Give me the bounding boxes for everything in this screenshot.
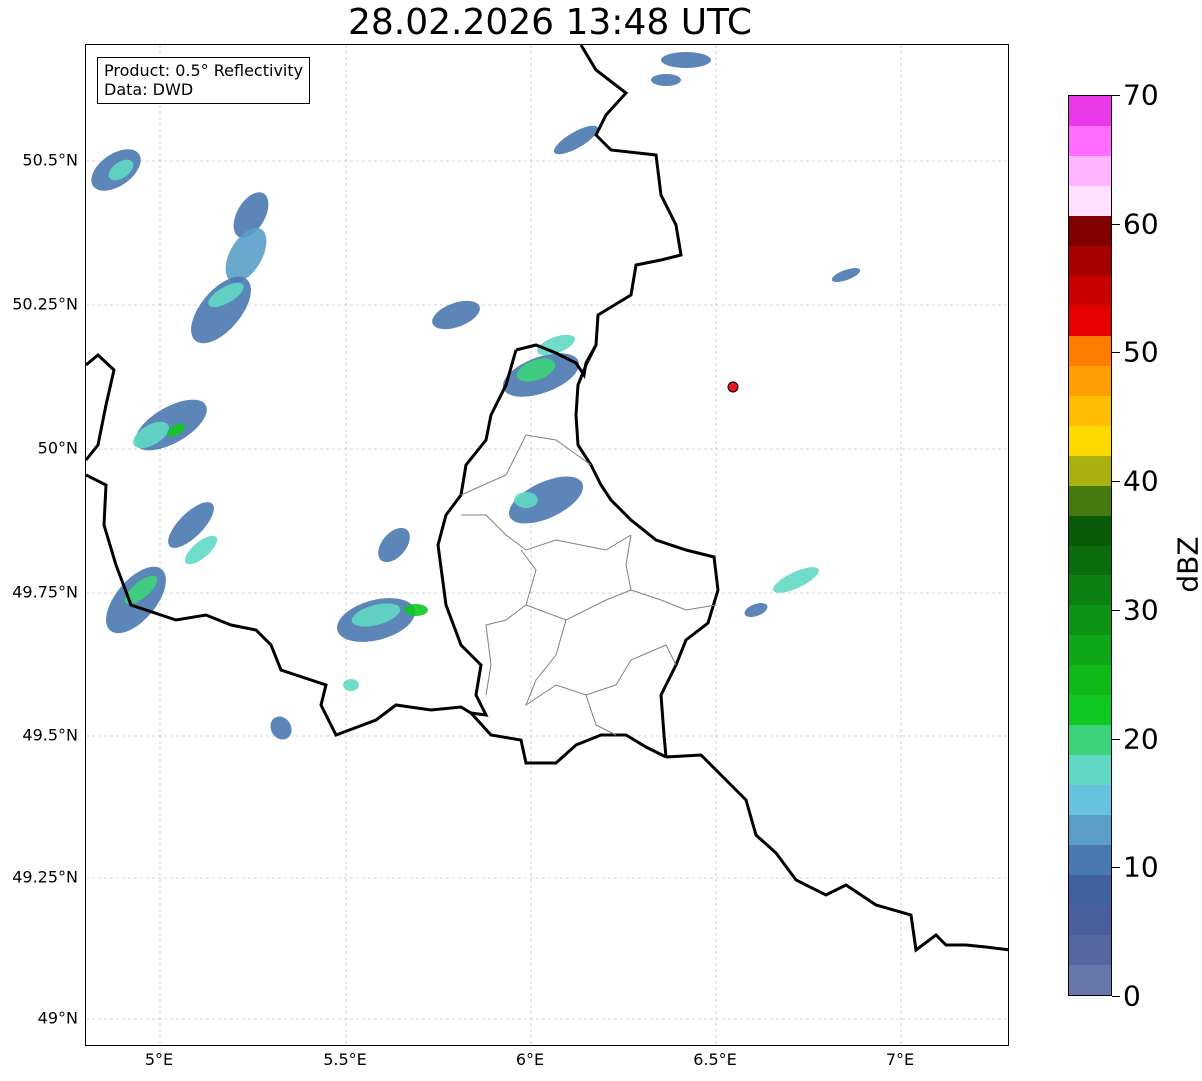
radar-echo [270, 716, 292, 740]
border-luxembourg-east [574, 344, 720, 758]
border-belgium-north [86, 352, 116, 461]
lat-tick-label: 50.5°N [22, 150, 78, 170]
colorbar-unit-label: dBZ [1171, 536, 1202, 593]
colorbar-tick [1112, 223, 1120, 225]
colorbar-band [1069, 874, 1111, 906]
colorbar-tick [1112, 996, 1120, 997]
product-label: Product: 0.5° Reflectivity [104, 61, 304, 80]
border-luxembourg-south [469, 711, 667, 765]
colorbar-band [1069, 455, 1111, 486]
colorbar-tick-label: 10 [1123, 850, 1159, 884]
colorbar-band [1069, 185, 1111, 216]
colorbar-tick-label: 20 [1123, 722, 1159, 756]
lat-tick-label: 50.25°N [12, 294, 78, 314]
colorbar-band [1069, 634, 1111, 666]
colorbar-tick-label: 0 [1123, 979, 1141, 1013]
colorbar-band [1069, 964, 1111, 995]
colorbar-band [1069, 365, 1111, 396]
colorbar-band [1069, 904, 1111, 936]
radar-echo [661, 52, 711, 68]
radar-echo [432, 300, 480, 330]
colorbar-tick [1112, 481, 1120, 483]
colorbar-band [1069, 724, 1111, 756]
radar-echoes [91, 52, 861, 740]
border-belgium-germany [515, 45, 683, 379]
radar-echo [135, 399, 207, 451]
lat-tick-label: 49.75°N [12, 582, 78, 602]
chart-title: 28.02.2026 13:48 UTC [347, 2, 753, 43]
colorbar-band [1069, 844, 1111, 876]
colorbar-band [1069, 784, 1111, 816]
colorbar-tick [1112, 738, 1120, 740]
colorbar-band [1069, 604, 1111, 636]
colorbar-tick [1112, 95, 1120, 96]
colorbar-band [1069, 96, 1111, 126]
colorbar-band [1069, 545, 1111, 576]
radar-echo [514, 492, 538, 508]
radar-echo [744, 603, 768, 617]
map-canvas [86, 45, 1008, 1045]
colorbar-tick-label: 30 [1123, 593, 1159, 627]
colorbar-tick [1112, 867, 1120, 869]
lon-tick-label: 5°E [144, 1050, 174, 1069]
colorbar-band [1069, 125, 1111, 156]
lon-tick-label: 7°E [885, 1050, 915, 1069]
colorbar-band [1069, 754, 1111, 786]
gridlines [86, 45, 1008, 1045]
radar-echo [773, 567, 819, 593]
data-source-label: Data: DWD [104, 80, 194, 99]
border-germany-france [665, 753, 1008, 953]
lat-tick-label: 49.5°N [22, 725, 78, 745]
colorbar-tick-label: 70 [1123, 78, 1159, 112]
lon-tick-label: 6°E [515, 1050, 545, 1069]
colorbar-band [1069, 664, 1111, 696]
colorbar [1068, 95, 1112, 996]
colorbar-band [1069, 814, 1111, 846]
colorbar-band [1069, 215, 1111, 246]
radar-map[interactable] [85, 44, 1009, 1046]
colorbar-band [1069, 395, 1111, 426]
district-borders [460, 434, 717, 736]
radar-echo [651, 74, 681, 86]
colorbar-band [1069, 245, 1111, 276]
colorbar-tick [1112, 609, 1120, 611]
radar-site-marker [727, 381, 739, 393]
colorbar-band [1069, 305, 1111, 336]
colorbar-band [1069, 694, 1111, 726]
radar-echo [404, 604, 428, 616]
colorbar-band [1069, 335, 1111, 366]
colorbar-band [1069, 574, 1111, 606]
radar-echo [378, 527, 410, 563]
colorbar-band [1069, 425, 1111, 456]
colorbar-band [1069, 934, 1111, 966]
lat-tick-label: 50°N [37, 438, 78, 458]
radar-echo [191, 276, 251, 344]
colorbar-tick [1112, 352, 1120, 354]
colorbar-band [1069, 515, 1111, 546]
colorbar-band [1069, 485, 1111, 516]
info-box: Product: 0.5° Reflectivity Data: DWD [97, 57, 311, 104]
border-luxembourg-west [436, 349, 518, 717]
lat-tick-label: 49°N [37, 1008, 78, 1028]
radar-echo [553, 125, 599, 155]
colorbar-tick-label: 50 [1123, 335, 1159, 369]
radar-echo [831, 268, 861, 282]
colorbar-tick-label: 60 [1123, 207, 1159, 241]
colorbar-band [1069, 275, 1111, 306]
lat-tick-label: 49.25°N [12, 867, 78, 887]
radar-echo [343, 679, 359, 691]
lon-tick-label: 6.5°E [693, 1050, 737, 1069]
colorbar-band [1069, 155, 1111, 186]
lon-tick-label: 5.5°E [323, 1050, 367, 1069]
colorbar-tick-label: 40 [1123, 464, 1159, 498]
